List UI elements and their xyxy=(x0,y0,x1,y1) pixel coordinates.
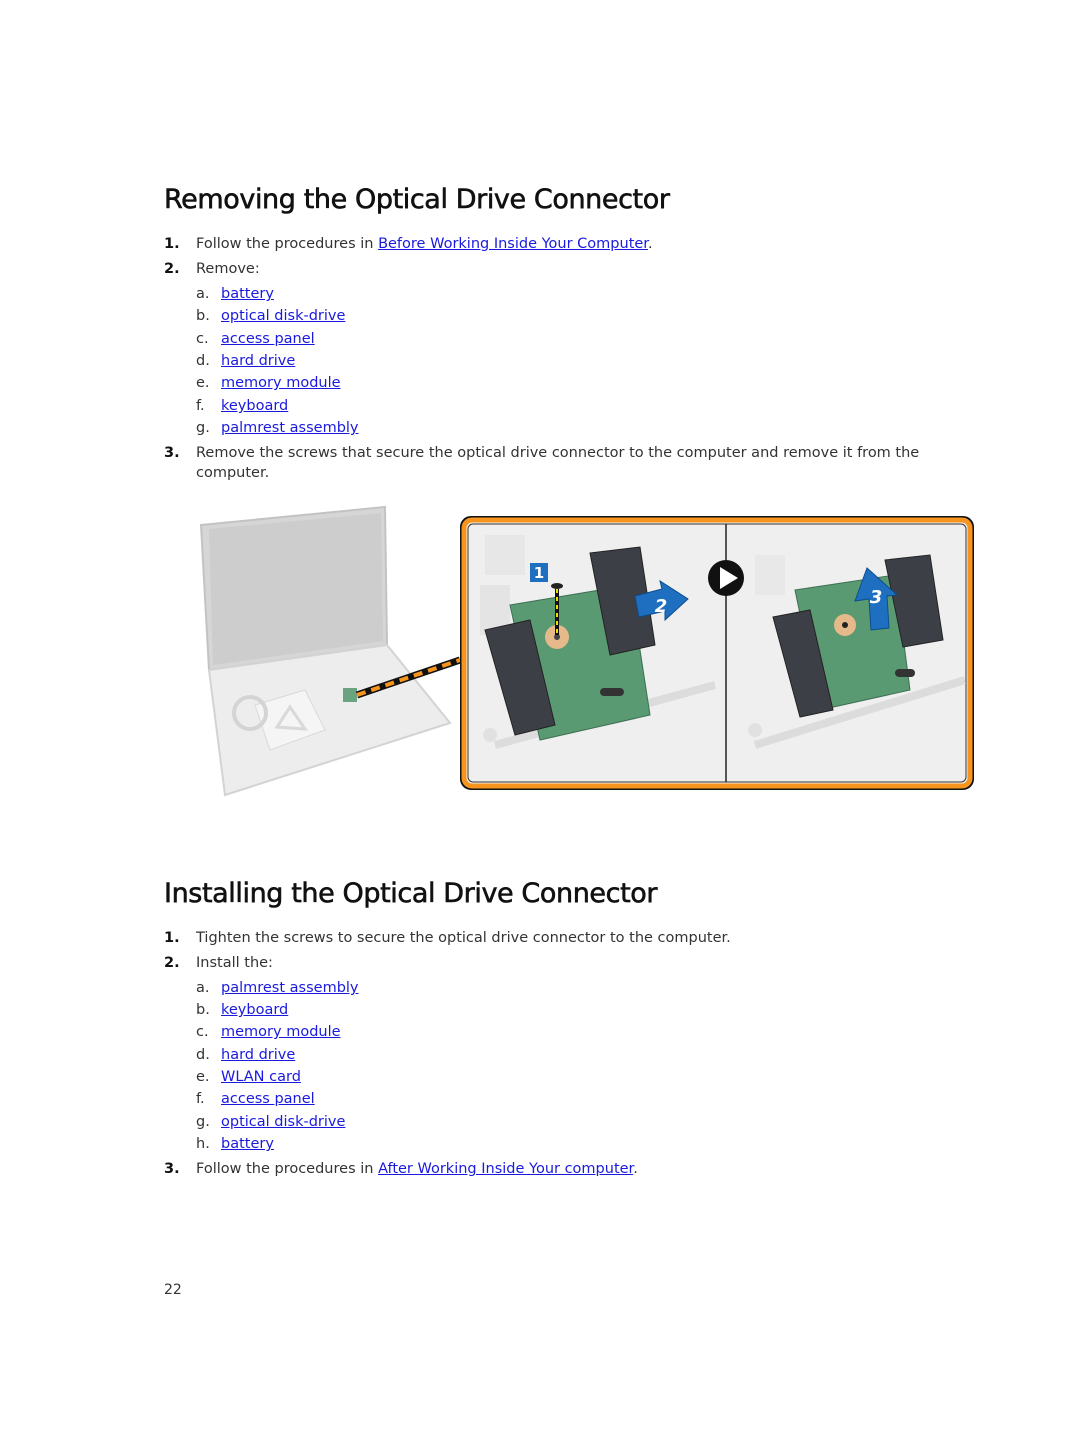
remove-item: d. hard drive xyxy=(196,353,296,369)
callout-1-label: 1 xyxy=(534,564,544,582)
before-working-link[interactable]: Before Working Inside Your Computer xyxy=(378,236,648,252)
link-wlan-card[interactable]: WLAN card xyxy=(221,1069,301,1085)
link-keyboard[interactable]: keyboard xyxy=(221,398,288,414)
link-memory-module[interactable]: memory module xyxy=(221,1024,341,1040)
install-item: c. memory module xyxy=(196,1024,341,1040)
install-item: g. optical disk-drive xyxy=(196,1114,346,1130)
link-optical-disk-drive[interactable]: optical disk-drive xyxy=(221,308,345,324)
link-memory-module[interactable]: memory module xyxy=(221,375,341,391)
link-access-panel[interactable]: access panel xyxy=(221,1091,315,1107)
link-palmrest-assembly[interactable]: palmrest assembly xyxy=(221,980,359,996)
link-hard-drive[interactable]: hard drive xyxy=(221,1047,295,1063)
remove-item: a. battery xyxy=(196,286,274,302)
install-item: e. WLAN card xyxy=(196,1069,301,1085)
install-item: d. hard drive xyxy=(196,1047,296,1063)
install-item: h. battery xyxy=(196,1136,274,1152)
link-keyboard[interactable]: keyboard xyxy=(221,1002,288,1018)
section-title-removing: Removing the Optical Drive Connector xyxy=(164,184,671,216)
remove-item: g. palmrest assembly xyxy=(196,420,359,436)
after-working-link[interactable]: After Working Inside Your computer xyxy=(378,1161,633,1177)
link-optical-disk-drive[interactable]: optical disk-drive xyxy=(221,1114,345,1130)
remove-item: e. memory module xyxy=(196,375,341,391)
callout-2-label: 2 xyxy=(655,596,668,617)
install-item: a. palmrest assembly xyxy=(196,980,359,996)
callout-3-label: 3 xyxy=(870,587,883,608)
laptop-illustration xyxy=(199,505,452,797)
removal-illustration: 1 2 3 xyxy=(195,495,980,820)
link-battery[interactable]: battery xyxy=(221,1136,274,1152)
link-access-panel[interactable]: access panel xyxy=(221,331,315,347)
page-number: 22 xyxy=(164,1282,182,1298)
remove-item: f. keyboard xyxy=(196,398,289,414)
remove-item: c. access panel xyxy=(196,331,315,347)
remove-item: b. optical disk-drive xyxy=(196,308,346,324)
link-hard-drive[interactable]: hard drive xyxy=(221,353,295,369)
install-item: b. keyboard xyxy=(196,1002,289,1018)
link-battery[interactable]: battery xyxy=(221,286,274,302)
screw-icon xyxy=(551,583,563,589)
install-item: f. access panel xyxy=(196,1091,315,1107)
link-palmrest-assembly[interactable]: palmrest assembly xyxy=(221,420,359,436)
section-title-installing: Installing the Optical Drive Connector xyxy=(164,878,658,910)
connector-location xyxy=(343,688,357,702)
